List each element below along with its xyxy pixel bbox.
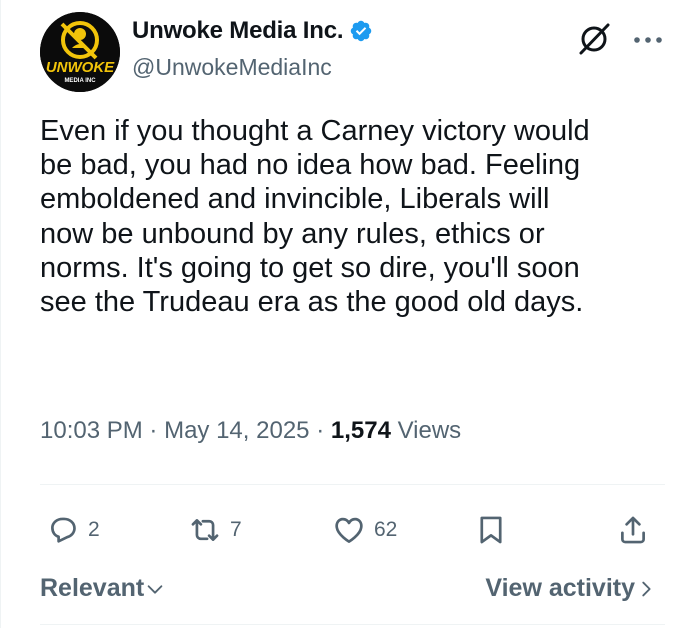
reply-sort-bar: Relevant View activity xyxy=(40,570,665,610)
avatar-logo-icon: UNWOKE MEDIA INC xyxy=(40,12,120,92)
view-activity-link[interactable]: View activity xyxy=(485,574,657,603)
sort-dropdown[interactable]: Relevant xyxy=(40,574,166,603)
bookmark-icon xyxy=(480,516,502,544)
heart-icon xyxy=(335,517,363,543)
view-activity-label: View activity xyxy=(485,574,635,602)
reply-button[interactable]: 2 xyxy=(46,506,100,554)
views-label: Views xyxy=(397,417,462,444)
display-name[interactable]: Unwoke Media Inc. xyxy=(132,17,344,45)
meta-separator: · xyxy=(149,417,158,444)
chevron-down-icon xyxy=(147,584,163,594)
share-button[interactable] xyxy=(616,506,650,554)
tweet-header: UNWOKE MEDIA INC Unwoke Media Inc. @Unwo… xyxy=(40,10,668,92)
handle[interactable]: @UnwokeMediaInc xyxy=(132,54,373,81)
meta-separator: · xyxy=(316,417,325,444)
svg-text:MEDIA INC: MEDIA INC xyxy=(64,78,96,84)
chevron-right-icon xyxy=(642,581,651,596)
views-count: 1,574 xyxy=(330,417,391,444)
reply-icon xyxy=(51,517,76,543)
svg-text:UNWOKE: UNWOKE xyxy=(46,59,115,76)
repost-icon xyxy=(191,519,219,541)
bookmark-button[interactable] xyxy=(474,506,508,554)
divider xyxy=(40,484,665,485)
tweet-metadata: 10:03 PM · May 14, 2025 · 1,574 Views xyxy=(40,417,461,445)
more-icon[interactable] xyxy=(630,30,666,50)
repost-count: 7 xyxy=(230,518,242,541)
grok-icon[interactable] xyxy=(577,22,611,56)
tweet-time[interactable]: 10:03 PM xyxy=(40,417,143,444)
action-bar: 2 7 62 xyxy=(40,506,665,554)
tweet-text: Even if you thought a Carney victory wou… xyxy=(40,115,590,319)
account-names: Unwoke Media Inc. @UnwokeMediaInc xyxy=(132,16,373,81)
like-button[interactable]: 62 xyxy=(332,506,397,554)
verified-badge-icon[interactable] xyxy=(349,19,373,43)
share-icon xyxy=(621,516,645,544)
reply-count: 2 xyxy=(88,518,100,541)
tweet-date[interactable]: May 14, 2025 xyxy=(164,417,309,444)
repost-button[interactable]: 7 xyxy=(188,506,242,554)
like-count: 62 xyxy=(374,518,398,541)
divider xyxy=(40,624,665,625)
left-border xyxy=(0,0,1,628)
avatar[interactable]: UNWOKE MEDIA INC xyxy=(40,12,120,92)
sort-label: Relevant xyxy=(40,574,145,602)
